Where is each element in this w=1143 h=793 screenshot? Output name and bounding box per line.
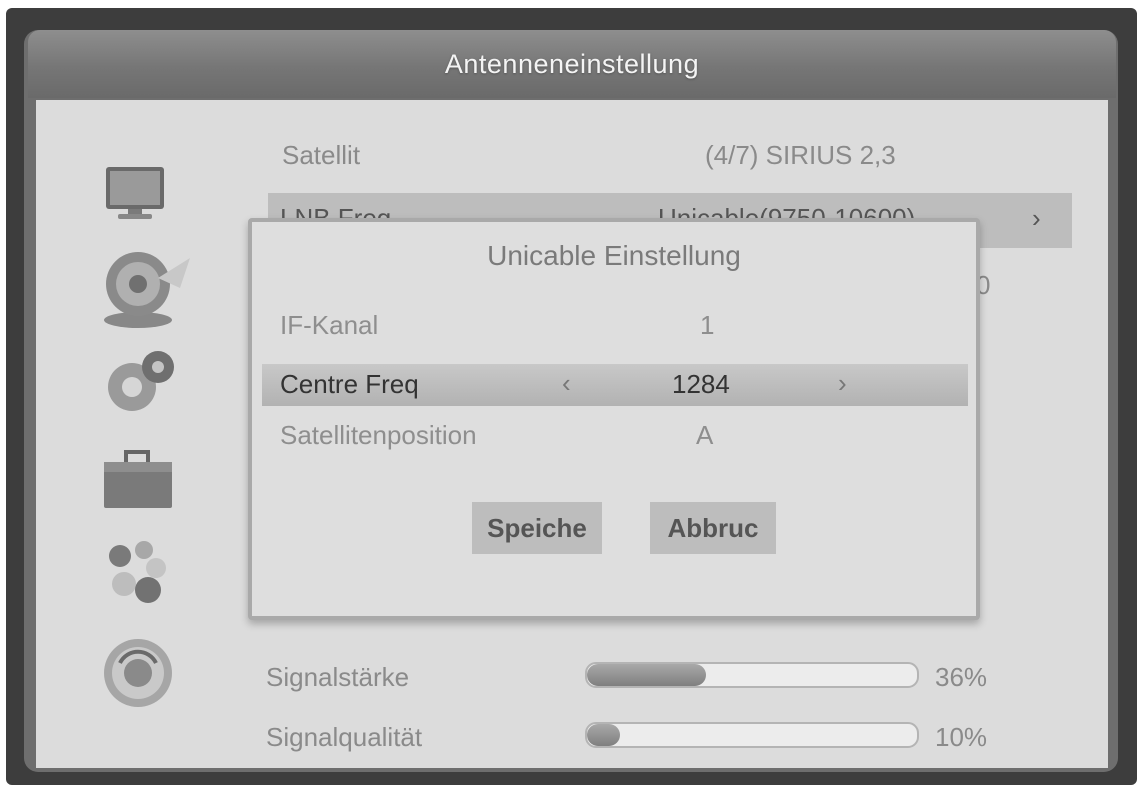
signal-strength-value: 36% — [935, 662, 988, 692]
chevron-right-icon[interactable]: › — [838, 368, 847, 399]
signal-quality-bar — [585, 722, 919, 748]
satellite-dish-icon[interactable] — [98, 248, 190, 328]
tv-icon[interactable] — [102, 163, 182, 233]
signal-quality-label: Signalqualität — [266, 722, 423, 752]
cancel-button[interactable]: Abbruc — [650, 502, 776, 554]
toolbox-icon[interactable] — [102, 450, 182, 520]
apps-icon[interactable] — [104, 538, 184, 608]
signal-quality-value: 10% — [935, 722, 988, 752]
signal-quality-fill — [587, 724, 620, 746]
chevron-left-icon[interactable]: ‹ — [562, 368, 571, 399]
unicable-dialog: Unicable Einstellung IF-Kanal 1 Centre F… — [248, 218, 980, 620]
if-kanal-label: IF-Kanal — [280, 310, 379, 340]
save-button[interactable]: Speiche — [472, 502, 602, 554]
satellite-value[interactable]: (4/7) SIRIUS 2,3 — [705, 140, 896, 171]
satellite-label: Satellit — [282, 140, 361, 170]
if-kanal-value[interactable]: 1 — [700, 310, 714, 341]
centre-freq-value: 1284 — [672, 369, 730, 399]
centre-freq-row[interactable]: Centre Freq ‹ 1284 › — [262, 364, 968, 406]
satellitenposition-label: Satellitenposition — [280, 420, 477, 450]
dialog-title: Unicable Einstellung — [487, 240, 741, 271]
gears-icon[interactable] — [102, 345, 182, 415]
signal-strength-bar — [585, 662, 919, 688]
media-icon[interactable] — [100, 633, 180, 707]
chevron-right-icon[interactable]: › — [1032, 203, 1041, 234]
centre-freq-label: Centre Freq — [280, 369, 419, 399]
signal-strength-fill — [587, 664, 706, 686]
signal-strength-label: Signalstärke — [266, 662, 410, 692]
page-title: Antenneneinstellung — [444, 48, 700, 79]
title-bar: Antenneneinstellung — [28, 30, 1116, 98]
satellitenposition-value[interactable]: A — [696, 420, 713, 451]
